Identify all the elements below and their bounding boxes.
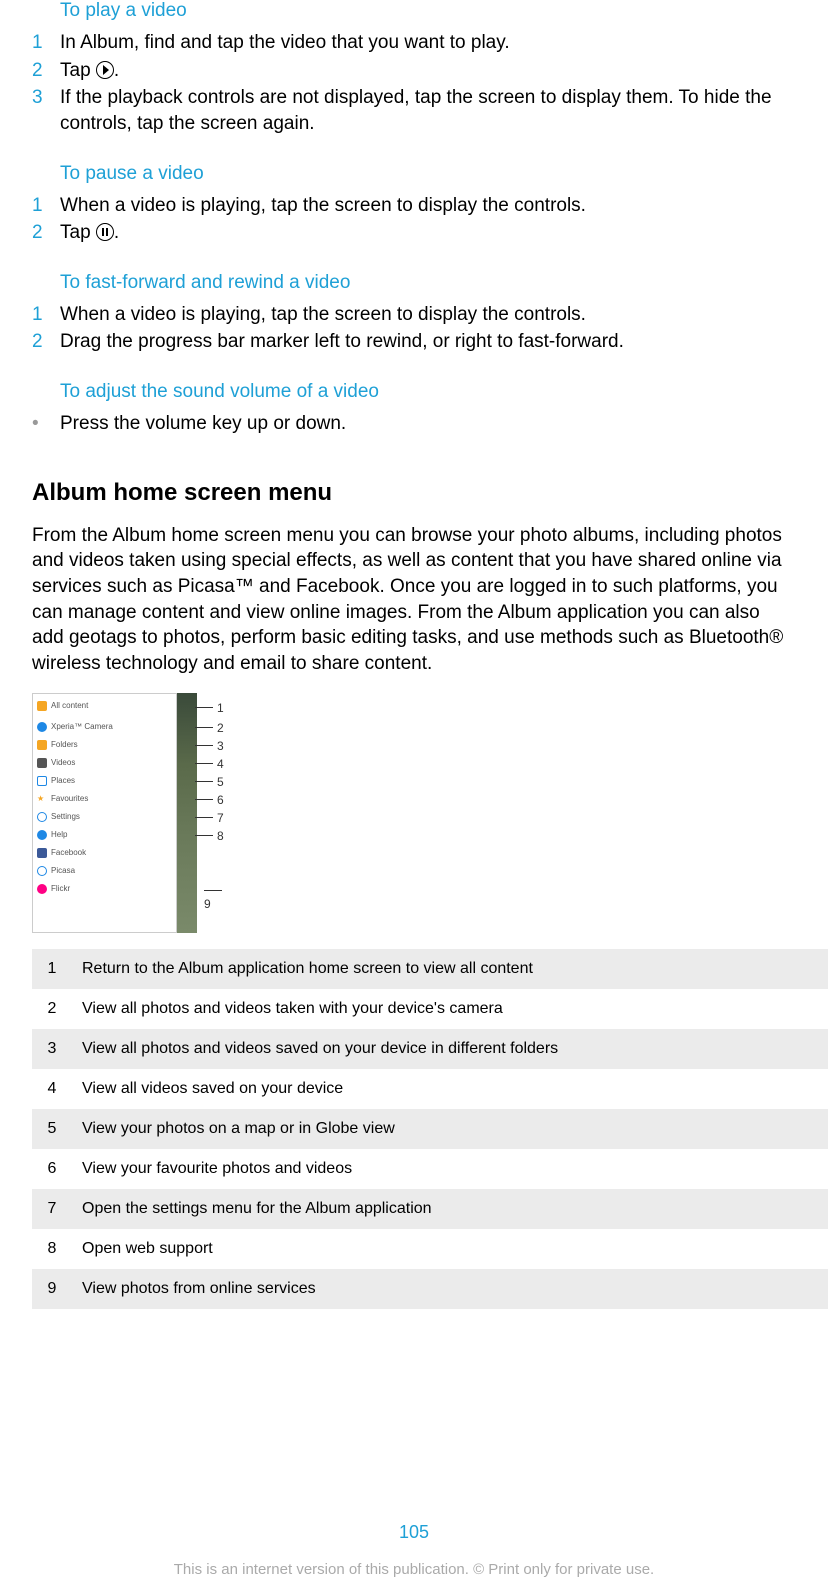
diagram-callout: 2 [217,721,224,735]
table-row: 9View photos from online services [32,1269,828,1309]
diagram-callout: 3 [217,739,224,753]
step-number: 1 [32,302,60,328]
step-text: Tap . [60,220,119,246]
diagram-callout: 1 [217,701,224,715]
steps-play: 1In Album, find and tap the video that y… [60,30,796,137]
page-number: 105 [0,1522,828,1543]
diagram-photo-strip [177,693,197,933]
table-row: 1Return to the Album application home sc… [32,949,828,989]
section-body: From the Album home screen menu you can … [32,523,796,677]
table-row: 2View all photos and videos taken with y… [32,989,828,1029]
step-number: 1 [32,30,60,56]
diagram-callout: 5 [217,775,224,789]
diagram-callout: 8 [217,829,224,843]
legend-table: 1Return to the Album application home sc… [32,949,828,1309]
table-row: 7Open the settings menu for the Album ap… [32,1189,828,1229]
step-text: Tap . [60,58,119,84]
bullet-text: Press the volume key up or down. [60,411,346,437]
pause-icon [96,223,114,241]
diagram-callout: 4 [217,757,224,771]
album-menu-diagram: All content Xperia™ Camera Folders Video… [32,693,224,933]
subheading-pause: To pause a video [60,163,796,185]
table-row: 6View your favourite photos and videos [32,1149,828,1189]
table-row: 4View all videos saved on your device [32,1069,828,1109]
diagram-callout: 6 [217,793,224,807]
table-row: 8Open web support [32,1229,828,1269]
play-icon [96,61,114,79]
page-footer: 105 This is an internet version of this … [0,1522,828,1578]
step-number: 2 [32,58,60,84]
table-row: 3View all photos and videos saved on you… [32,1029,828,1069]
step-number: 2 [32,220,60,246]
diagram-panel: All content Xperia™ Camera Folders Video… [32,693,177,933]
step-number: 3 [32,85,60,136]
subheading-play: To play a video [60,0,796,22]
diagram-callout: 9 [204,897,211,911]
section-title: Album home screen menu [32,479,796,507]
bullet-volume: • Press the volume key up or down. [60,411,796,437]
step-text: In Album, find and tap the video that yo… [60,30,510,56]
bullet-marker: • [32,411,60,437]
subheading-volume: To adjust the sound volume of a video [60,381,796,403]
step-number: 2 [32,329,60,355]
step-text: When a video is playing, tap the screen … [60,302,586,328]
steps-pause: 1When a video is playing, tap the screen… [60,193,796,246]
step-text: If the playback controls are not display… [60,85,796,136]
step-number: 1 [32,193,60,219]
steps-ff: 1When a video is playing, tap the screen… [60,302,796,355]
step-text: When a video is playing, tap the screen … [60,193,586,219]
diagram-callout: 7 [217,811,224,825]
footer-note: This is an internet version of this publ… [0,1561,828,1578]
table-row: 5View your photos on a map or in Globe v… [32,1109,828,1149]
step-text: Drag the progress bar marker left to rew… [60,329,624,355]
subheading-ff: To fast-forward and rewind a video [60,272,796,294]
